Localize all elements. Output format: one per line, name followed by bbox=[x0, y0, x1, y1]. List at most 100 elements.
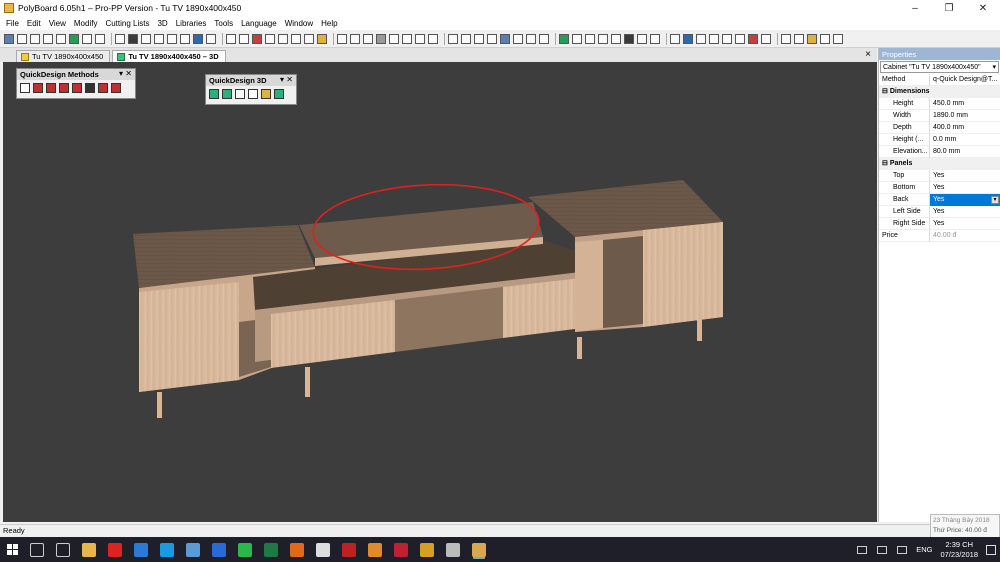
toolbar-tool-icon[interactable] bbox=[115, 33, 125, 44]
toolbar-tool-icon[interactable] bbox=[95, 33, 105, 44]
firefox-icon[interactable] bbox=[290, 542, 304, 557]
property-row-method[interactable]: Method q-Quick Design@T... bbox=[879, 73, 1000, 86]
menu-view[interactable]: View bbox=[49, 19, 66, 28]
panel-controls[interactable]: ▾ ✕ bbox=[119, 69, 132, 78]
toolbar-tool-icon[interactable] bbox=[415, 33, 425, 44]
quickdesign-method-icon[interactable] bbox=[111, 83, 121, 93]
chrome-icon[interactable] bbox=[420, 542, 434, 557]
chevron-down-icon[interactable]: ▾ bbox=[991, 196, 999, 204]
property-row-height[interactable]: Height 450.0 mm bbox=[879, 97, 1000, 110]
toolbar-tool-icon[interactable] bbox=[559, 33, 569, 44]
clock[interactable]: 2:39 CH 07/23/2018 bbox=[940, 540, 978, 560]
menu-libraries[interactable]: Libraries bbox=[176, 19, 207, 28]
toolbar-tool-icon[interactable] bbox=[781, 33, 791, 44]
toolbar-tool-icon[interactable] bbox=[683, 33, 693, 44]
toolbar-tool-icon[interactable] bbox=[833, 33, 843, 44]
property-value-dropdown[interactable]: Yes bbox=[930, 193, 1000, 206]
property-row-left-side[interactable]: Left Side Yes bbox=[879, 205, 1000, 218]
toolbar-tool-icon[interactable] bbox=[206, 33, 216, 44]
toolbar-tool-icon[interactable] bbox=[193, 33, 203, 44]
menu-edit[interactable]: Edit bbox=[27, 19, 41, 28]
toolbar-tool-icon[interactable] bbox=[807, 33, 817, 44]
toolbar-tool-icon[interactable] bbox=[735, 33, 745, 44]
property-row-depth[interactable]: Depth 400.0 mm bbox=[879, 121, 1000, 134]
autocad-icon[interactable] bbox=[394, 542, 408, 557]
toolbar-tool-icon[interactable] bbox=[167, 33, 177, 44]
quickdesign-3d-view-icon[interactable] bbox=[209, 89, 219, 99]
minimize-button[interactable]: – bbox=[898, 0, 932, 16]
menu-tools[interactable]: Tools bbox=[214, 19, 233, 28]
toolbar-tool-icon[interactable] bbox=[794, 33, 804, 44]
toolbar-tool-icon[interactable] bbox=[4, 33, 14, 44]
quickdesign-3d-view-icon[interactable] bbox=[248, 89, 258, 99]
toolbar-tool-icon[interactable] bbox=[69, 33, 79, 44]
toolbar-tool-icon[interactable] bbox=[637, 33, 647, 44]
toolbar-tool-icon[interactable] bbox=[304, 33, 314, 44]
toolbar-tool-icon[interactable] bbox=[154, 33, 164, 44]
property-row-back[interactable]: Back Yes ▾ bbox=[879, 193, 1000, 206]
toolbar-tool-icon[interactable] bbox=[402, 33, 412, 44]
toolbar-tool-icon[interactable] bbox=[448, 33, 458, 44]
toolbar-tool-icon[interactable] bbox=[226, 33, 236, 44]
toolbar-tool-icon[interactable] bbox=[350, 33, 360, 44]
toolbar-tool-icon[interactable] bbox=[337, 33, 347, 44]
quickdesign-method-icon[interactable] bbox=[33, 83, 43, 93]
menu-modify[interactable]: Modify bbox=[74, 19, 98, 28]
quickdesign-method-icon[interactable] bbox=[46, 83, 56, 93]
toolbar-tool-icon[interactable] bbox=[761, 33, 771, 44]
toolbar-tool-icon[interactable] bbox=[291, 33, 301, 44]
toolbar-tool-icon[interactable] bbox=[265, 33, 275, 44]
acrobat-icon[interactable] bbox=[342, 542, 356, 557]
quickdesign-method-icon[interactable] bbox=[20, 83, 30, 93]
property-row-top[interactable]: Top Yes bbox=[879, 169, 1000, 182]
property-row-width[interactable]: Width 1890.0 mm bbox=[879, 109, 1000, 122]
quickdesign-method-icon[interactable] bbox=[72, 83, 82, 93]
quickdesign-3d-view-icon[interactable] bbox=[235, 89, 245, 99]
menu-window[interactable]: Window bbox=[285, 19, 313, 28]
toolbar-tool-icon[interactable] bbox=[428, 33, 438, 44]
property-row-right-side[interactable]: Right Side Yes bbox=[879, 217, 1000, 230]
toolbar-tool-icon[interactable] bbox=[624, 33, 634, 44]
menu-file[interactable]: File bbox=[6, 19, 19, 28]
toolbar-tool-icon[interactable] bbox=[487, 33, 497, 44]
remote-desktop-icon[interactable] bbox=[186, 542, 200, 557]
settings-icon[interactable] bbox=[316, 542, 330, 557]
menu-help[interactable]: Help bbox=[321, 19, 337, 28]
toolbar-tool-icon[interactable] bbox=[696, 33, 706, 44]
quickdesign-method-icon[interactable] bbox=[98, 83, 108, 93]
maximize-button[interactable]: ❐ bbox=[932, 0, 966, 16]
toolbar-tool-icon[interactable] bbox=[650, 33, 660, 44]
toolbar-tool-icon[interactable] bbox=[474, 33, 484, 44]
quickdesign-method-icon[interactable] bbox=[59, 83, 69, 93]
opera-icon[interactable] bbox=[108, 542, 122, 557]
input-language[interactable]: ENG bbox=[916, 545, 932, 554]
toolbar-tool-icon[interactable] bbox=[513, 33, 523, 44]
toolbar-tool-icon[interactable] bbox=[611, 33, 621, 44]
toolbar-tool-icon[interactable] bbox=[748, 33, 758, 44]
toolbar-tool-icon[interactable] bbox=[709, 33, 719, 44]
toolbar-tool-icon[interactable] bbox=[43, 33, 53, 44]
notification-icon[interactable] bbox=[986, 544, 996, 555]
toolbar-tool-icon[interactable] bbox=[317, 33, 327, 44]
quickdesign-3d-view-icon[interactable] bbox=[274, 89, 284, 99]
toolbar-tool-icon[interactable] bbox=[17, 33, 27, 44]
skype-icon[interactable] bbox=[160, 542, 174, 557]
toolbar-tool-icon[interactable] bbox=[598, 33, 608, 44]
panel-controls[interactable]: ▾ ✕ bbox=[280, 75, 293, 84]
3d-viewport[interactable] bbox=[3, 62, 877, 522]
polyboard-icon[interactable] bbox=[472, 542, 486, 557]
toolbar-tool-icon[interactable] bbox=[539, 33, 549, 44]
close-tab-icon[interactable]: × bbox=[865, 49, 871, 60]
toolbar-tool-icon[interactable] bbox=[526, 33, 536, 44]
excel-icon[interactable] bbox=[264, 542, 278, 557]
close-window-button[interactable]: ✕ bbox=[966, 0, 1000, 16]
toolbar-tool-icon[interactable] bbox=[82, 33, 92, 44]
toolbar-tool-icon[interactable] bbox=[500, 33, 510, 44]
toolbar-tool-icon[interactable] bbox=[363, 33, 373, 44]
toolbar-tool-icon[interactable] bbox=[252, 33, 262, 44]
search-icon[interactable] bbox=[30, 542, 44, 557]
toolbar-tool-icon[interactable] bbox=[585, 33, 595, 44]
toolbar-tool-icon[interactable] bbox=[56, 33, 66, 44]
toolbar-tool-icon[interactable] bbox=[141, 33, 151, 44]
menu-cutting-lists[interactable]: Cutting Lists bbox=[105, 19, 149, 28]
